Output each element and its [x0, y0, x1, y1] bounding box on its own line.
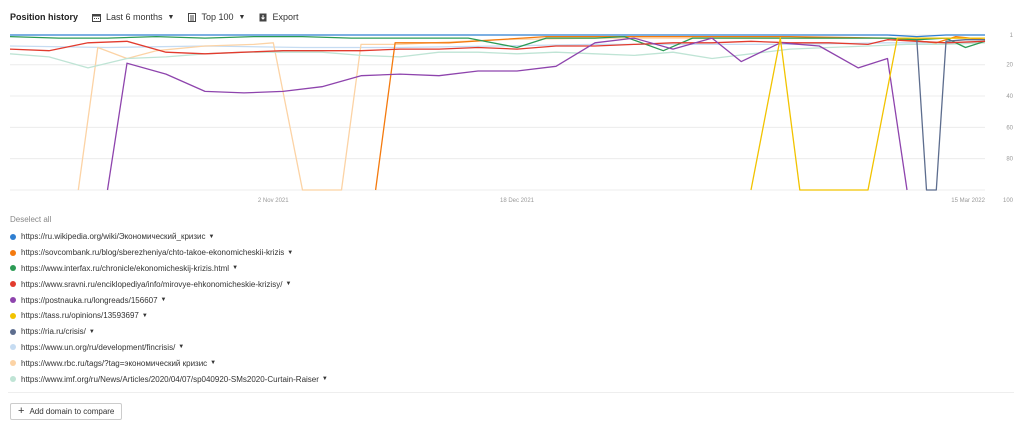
chevron-down-icon: ▼ [167, 13, 175, 21]
add-domain-button[interactable]: + Add domain to compare [10, 403, 123, 420]
series-line [106, 37, 908, 191]
series-line [77, 37, 985, 191]
period-dropdown[interactable]: Last 6 months ▼ [92, 12, 174, 22]
legend-item[interactable]: https://postnauka.ru/longreads/156607 ▼ [10, 292, 328, 308]
calendar-icon [92, 13, 102, 22]
legend-item[interactable]: https://www.un.org/ru/development/fincri… [10, 340, 328, 356]
y-tick-label: 20 [1006, 63, 1013, 69]
legend-dot [10, 360, 16, 367]
legend-item[interactable]: https://www.sravni.ru/enciklopediya/info… [10, 276, 328, 292]
chart-toolbar: Position history Last 6 months ▼ Top 100… [10, 8, 312, 26]
chevron-down-icon[interactable]: ▼ [89, 329, 95, 335]
legend-dot [10, 297, 16, 304]
series-line [750, 37, 985, 191]
divider [8, 392, 1014, 393]
deselect-all-link[interactable]: Deselect all [10, 215, 51, 224]
legend-label: https://ria.ru/crisis/ [21, 327, 86, 337]
list-icon [188, 12, 197, 22]
y-tick-label: 1 [1010, 33, 1014, 39]
legend-label: https://www.un.org/ru/development/fincri… [21, 342, 176, 352]
legend-label: https://postnauka.ru/longreads/156607 [21, 295, 158, 305]
legend-dot [10, 233, 16, 240]
plus-icon: + [18, 405, 25, 417]
x-tick-label: 2 Nov 2021 [258, 198, 289, 204]
legend-label: https://www.interfax.ru/chronicle/ekonom… [21, 263, 230, 273]
y-tick-label: 40 [1006, 94, 1013, 100]
y-tick-label: 80 [1006, 157, 1013, 163]
legend-dot [10, 249, 16, 256]
legend-item[interactable]: https://ru.wikipedia.org/wiki/Экономичес… [10, 229, 328, 245]
chevron-down-icon[interactable]: ▼ [178, 344, 184, 350]
position-history-chart: 1 20 40 60 80 2 Nov 2021 18 Dec 2021 15 Mar 202… [9, 33, 1014, 204]
legend-item[interactable]: https://www.rbc.ru/tags/?tag=экономическ… [10, 355, 328, 371]
legend-dot [10, 328, 16, 335]
chevron-down-icon[interactable]: ▼ [287, 250, 293, 256]
legend-label: https://www.imf.org/ru/News/Articles/202… [21, 374, 319, 384]
legend-dot [10, 312, 16, 319]
chevron-down-icon[interactable]: ▼ [232, 265, 238, 271]
legend-dot [10, 265, 16, 272]
add-domain-label: Add domain to compare [29, 407, 115, 416]
legend-item[interactable]: https://tass.ru/opinions/13593697 ▼ [10, 308, 328, 324]
legend: https://ru.wikipedia.org/wiki/Экономичес… [10, 229, 328, 387]
y-tick-label: 60 [1006, 125, 1013, 131]
legend-item[interactable]: https://ria.ru/crisis/▼ [10, 324, 328, 340]
chevron-down-icon[interactable]: ▼ [210, 360, 216, 366]
x-tick-label: 18 Dec 2021 [500, 198, 535, 204]
top-label: Top 100 [201, 12, 234, 22]
chevron-down-icon[interactable]: ▼ [285, 281, 291, 287]
chevron-down-icon: ▼ [238, 13, 246, 21]
series-line [916, 39, 985, 191]
legend-item[interactable]: https://www.interfax.ru/chronicle/ekonom… [10, 261, 328, 277]
legend-item[interactable]: https://www.imf.org/ru/News/Articles/202… [10, 371, 328, 387]
legend-dot [10, 376, 16, 383]
legend-label: https://tass.ru/opinions/13593697 [21, 311, 139, 321]
legend-label: https://ru.wikipedia.org/wiki/Экономичес… [21, 232, 206, 242]
export-label: Export [272, 12, 299, 22]
chevron-down-icon[interactable]: ▼ [142, 313, 148, 319]
x-tick-label: 15 Mar 2022 [951, 198, 985, 204]
legend-dot [10, 344, 16, 351]
legend-item[interactable]: https://sovcombank.ru/blog/sberezheniya/… [10, 245, 328, 261]
legend-label: https://www.sravni.ru/enciklopediya/info… [21, 279, 283, 289]
export-icon [259, 13, 267, 21]
legend-dot [10, 281, 16, 288]
y-tick-label: 100 [1003, 198, 1014, 204]
legend-label: https://www.rbc.ru/tags/?tag=экономическ… [21, 358, 208, 368]
chart-title: Position history [10, 12, 79, 22]
chevron-down-icon[interactable]: ▼ [161, 297, 167, 303]
export-button[interactable]: Export [259, 12, 298, 22]
chevron-down-icon[interactable]: ▼ [209, 234, 215, 240]
legend-label: https://sovcombank.ru/blog/sberezheniya/… [21, 248, 285, 258]
top-dropdown[interactable]: Top 100 ▼ [188, 12, 245, 22]
period-label: Last 6 months [106, 12, 163, 22]
chevron-down-icon[interactable]: ▼ [322, 376, 328, 382]
